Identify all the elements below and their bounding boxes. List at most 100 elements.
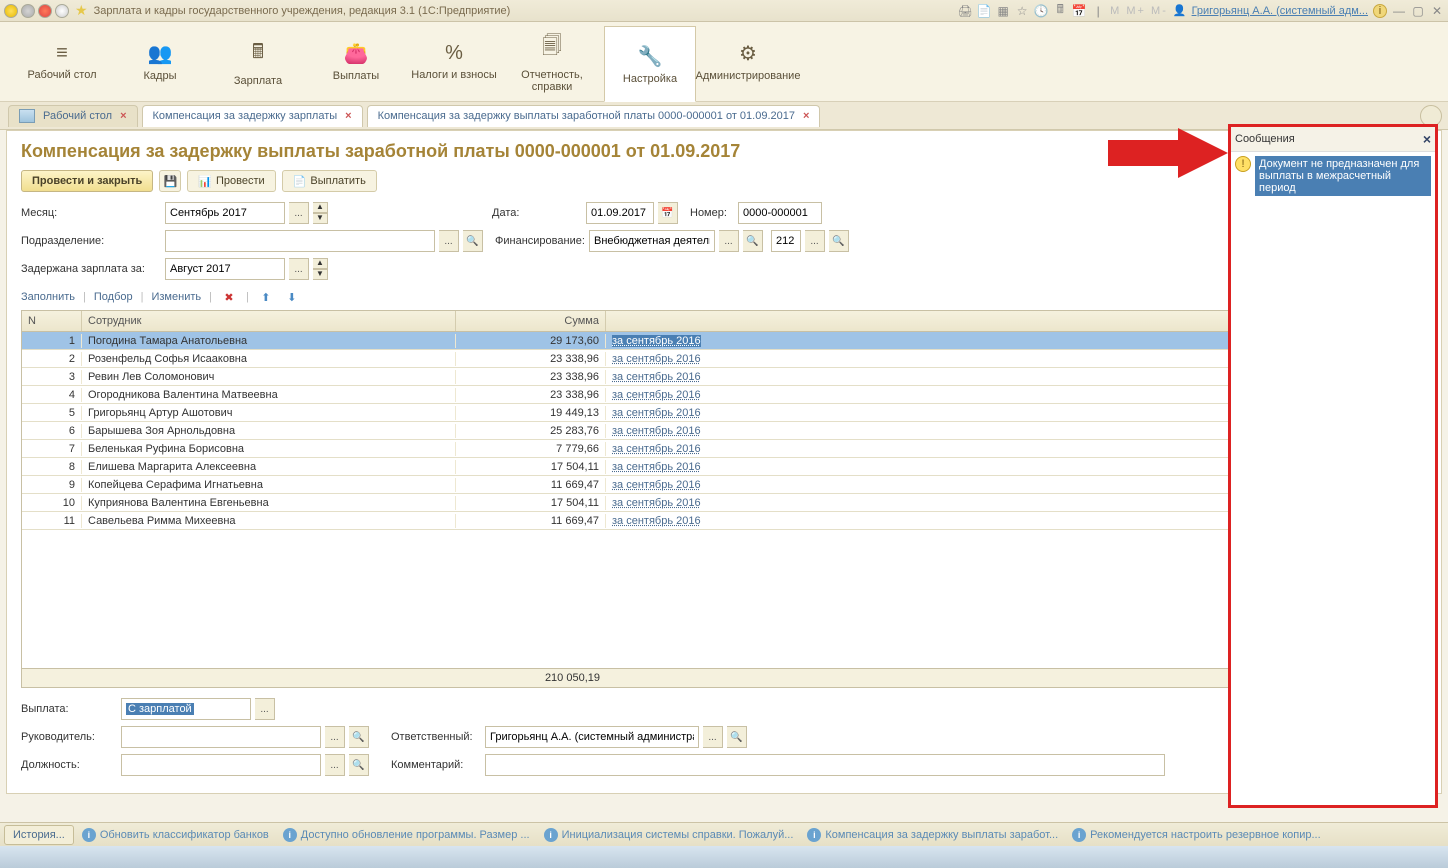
nav-admin[interactable]: ⚙Администрирование [702, 22, 794, 101]
post-button[interactable]: 📊Провести [187, 170, 275, 192]
vyplata-select-icon[interactable]: ... [255, 698, 275, 720]
status-item-2[interactable]: iДоступно обновление программы. Размер .… [277, 828, 536, 842]
month-input[interactable] [170, 207, 280, 219]
table-row[interactable]: 9Копейцева Серафима Игнатьевна11 669,47з… [22, 476, 1426, 494]
delayed-input[interactable] [170, 263, 280, 275]
nav-reports[interactable]: 🗐Отчетность, справки [506, 22, 598, 101]
current-user[interactable]: Григорьянц А.А. (системный адм... [1192, 5, 1368, 17]
finance-select-icon[interactable]: ... [719, 230, 739, 252]
table-row[interactable]: 2Розенфельд Софья Исааковна23 338,96за с… [22, 350, 1426, 368]
close-icon[interactable]: × [803, 110, 809, 122]
nav-vyplaty[interactable]: 👛Выплаты [310, 22, 402, 101]
save-icon[interactable]: 💾 [159, 170, 181, 192]
col-employee[interactable]: Сотрудник [82, 311, 456, 331]
position-select-icon[interactable]: ... [325, 754, 345, 776]
position-field[interactable] [121, 754, 321, 776]
responsible-input[interactable] [490, 731, 694, 743]
table-row[interactable]: 10Куприянова Валентина Евгеньевна17 504,… [22, 494, 1426, 512]
period-link[interactable]: за сентябрь 2016 [612, 425, 701, 437]
nav-settings[interactable]: 🔧Настройка [604, 26, 696, 102]
pay-button[interactable]: 📄Выплатить [282, 170, 377, 192]
period-link[interactable]: за сентябрь 2016 [612, 515, 701, 527]
period-link[interactable]: за сентябрь 2016 [612, 353, 701, 365]
comment-field[interactable] [485, 754, 1165, 776]
btn-1c-icon[interactable] [4, 4, 18, 18]
month-select-icon[interactable]: ... [289, 202, 309, 224]
history-button[interactable]: История... [4, 825, 74, 845]
division-field[interactable] [165, 230, 435, 252]
period-link[interactable]: за сентябрь 2016 [612, 479, 701, 491]
month-field[interactable] [165, 202, 285, 224]
comment-input[interactable] [490, 759, 1160, 771]
table-row[interactable]: 7Беленькая Руфина Борисовна7 779,66за се… [22, 440, 1426, 458]
number-input[interactable] [743, 207, 817, 219]
help-icon[interactable]: i [1373, 4, 1387, 18]
favorite-star-icon[interactable]: ★ [75, 2, 88, 19]
manager-select-icon[interactable]: ... [325, 726, 345, 748]
btn-back-icon[interactable] [21, 4, 35, 18]
position-search-icon[interactable]: 🔍 [349, 754, 369, 776]
close-messages-icon[interactable]: × [1423, 131, 1431, 147]
period-link[interactable]: за сентябрь 2016 [612, 461, 701, 473]
responsible-field[interactable] [485, 726, 699, 748]
delayed-select-icon[interactable]: ... [289, 258, 309, 280]
table-row[interactable]: 4Огородникова Валентина Матвеевна23 338,… [22, 386, 1426, 404]
table-row[interactable]: 11Савельева Римма Михеевна11 669,47за се… [22, 512, 1426, 530]
division-search-icon[interactable]: 🔍 [463, 230, 483, 252]
tab-compensation-doc[interactable]: Компенсация за задержку выплаты заработн… [367, 105, 821, 127]
date-field[interactable] [586, 202, 654, 224]
delayed-field[interactable] [165, 258, 285, 280]
number-field[interactable] [738, 202, 822, 224]
doc-icon[interactable]: 📄 [977, 4, 991, 18]
finance-input[interactable] [594, 235, 710, 247]
code-select-icon[interactable]: ... [805, 230, 825, 252]
period-link[interactable]: за сентябрь 2016 [612, 407, 701, 419]
print-icon[interactable]: 🖨 [958, 4, 972, 18]
division-select-icon[interactable]: ... [439, 230, 459, 252]
table-row[interactable]: 1Погодина Тамара Анатольевна29 173,60за … [22, 332, 1426, 350]
grid-icon[interactable]: ▦ [996, 4, 1010, 18]
manager-input[interactable] [126, 731, 316, 743]
move-up-icon[interactable]: ⬆ [257, 288, 275, 306]
windows-taskbar[interactable] [0, 846, 1448, 868]
division-input[interactable] [170, 235, 430, 247]
vyplata-field[interactable]: С зарплатой [121, 698, 251, 720]
table-row[interactable]: 5Григорьянц Артур Ашотович19 449,13за се… [22, 404, 1426, 422]
nav-kadry[interactable]: 👥Кадры [114, 22, 206, 101]
memory-buttons[interactable]: M M+ M- [1110, 5, 1168, 17]
period-link[interactable]: за сентябрь 2016 [612, 335, 701, 347]
period-link[interactable]: за сентябрь 2016 [612, 497, 701, 509]
close-icon[interactable]: × [345, 110, 351, 122]
manager-field[interactable] [121, 726, 321, 748]
btn-fwd-icon[interactable] [38, 4, 52, 18]
nav-nalogi[interactable]: %Налоги и взносы [408, 22, 500, 101]
col-n[interactable]: N [22, 311, 82, 331]
period-link[interactable]: за сентябрь 2016 [612, 389, 701, 401]
message-item[interactable]: ! Документ не предназначен для выплаты в… [1231, 152, 1435, 200]
date-calendar-icon[interactable]: 📅 [658, 202, 678, 224]
minimize-icon[interactable]: — [1392, 4, 1406, 18]
position-input[interactable] [126, 759, 316, 771]
change-link[interactable]: Изменить [151, 291, 201, 303]
history-icon[interactable]: 🕓 [1034, 4, 1048, 18]
finance-code-input[interactable] [776, 235, 796, 247]
status-item-3[interactable]: iИнициализация системы справки. Пожалуй.… [538, 828, 800, 842]
finance-code-field[interactable] [771, 230, 801, 252]
star-icon[interactable]: ☆ [1015, 4, 1029, 18]
period-link[interactable]: за сентябрь 2016 [612, 443, 701, 455]
manager-search-icon[interactable]: 🔍 [349, 726, 369, 748]
btn-empty-icon[interactable] [55, 4, 69, 18]
table-row[interactable]: 3Ревин Лев Соломонович23 338,96за сентяб… [22, 368, 1426, 386]
period-link[interactable]: за сентябрь 2016 [612, 371, 701, 383]
move-down-icon[interactable]: ⬇ [283, 288, 301, 306]
finance-field[interactable] [589, 230, 715, 252]
responsible-select-icon[interactable]: ... [703, 726, 723, 748]
fill-link[interactable]: Заполнить [21, 291, 75, 303]
calendar-icon[interactable]: 📅 [1072, 4, 1086, 18]
tab-home[interactable]: Рабочий стол× [8, 105, 138, 127]
nav-desktop[interactable]: ≡Рабочий стол [16, 22, 108, 101]
table-row[interactable]: 6Барышева Зоя Арнольдовна25 283,76за сен… [22, 422, 1426, 440]
responsible-search-icon[interactable]: 🔍 [727, 726, 747, 748]
date-input[interactable] [591, 207, 649, 219]
grid-body[interactable]: 1Погодина Тамара Анатольевна29 173,60за … [22, 332, 1426, 668]
